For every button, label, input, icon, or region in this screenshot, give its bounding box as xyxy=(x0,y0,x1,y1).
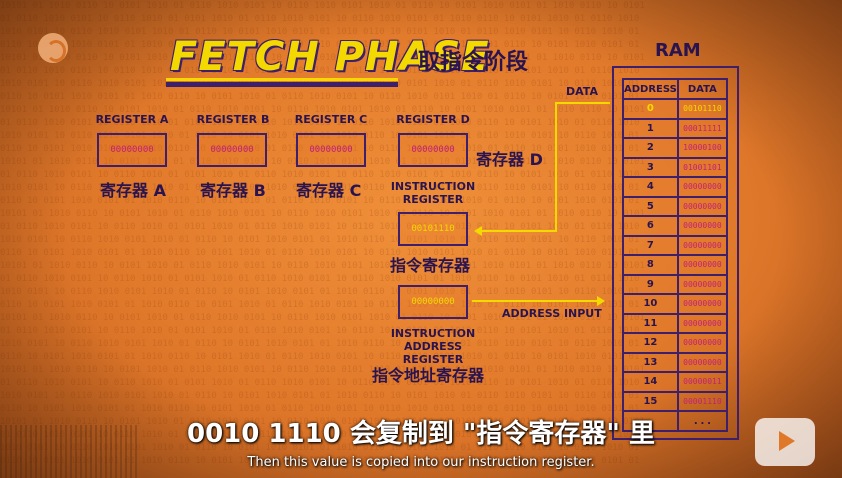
ram-data-cell: 00000000 xyxy=(676,312,729,334)
ram-data-cell: 00000000 xyxy=(676,215,729,237)
ram-row: 13 00000000 xyxy=(622,351,729,373)
ram-address-cell: 7 xyxy=(622,234,679,256)
ram-address-cell: 2 xyxy=(622,137,679,159)
ram-address-cell: 1 xyxy=(622,117,679,139)
ram-address-cell: 10 xyxy=(622,293,679,315)
data-arrowhead xyxy=(474,226,482,236)
ram-header-row: ADDRESS DATA xyxy=(622,78,729,100)
ram-data-cell: 10000100 xyxy=(676,137,729,159)
ram-row: 3 01001101 xyxy=(622,156,729,178)
address-arrowhead xyxy=(597,296,605,306)
ram-row: 10 00000000 xyxy=(622,293,729,315)
ram-row: 2 10000100 xyxy=(622,137,729,159)
ram-row: 9 00000000 xyxy=(622,273,729,295)
video-frame: 10101 01 1010 0110 10 0101 1010 01 0110 … xyxy=(0,0,842,478)
ram-data-cell: 00000000 xyxy=(676,332,729,354)
ram-data-cell: 00000011 xyxy=(676,371,729,393)
ram-row: 6 00000000 xyxy=(622,215,729,237)
data-arrow-label: DATA xyxy=(566,85,598,98)
ram-data-cell: 00000000 xyxy=(676,254,729,276)
ram-data-cell: 00000000 xyxy=(676,351,729,373)
ram-address-cell: 11 xyxy=(622,312,679,334)
ram-row: 12 00000000 xyxy=(622,332,729,354)
ram-row: 8 00000000 xyxy=(622,254,729,276)
ram-row: 7 00000000 xyxy=(622,234,729,256)
ram-data-cell: 00000000 xyxy=(676,273,729,295)
ram-header-data: DATA xyxy=(676,78,729,100)
ram-address-cell: 12 xyxy=(622,332,679,354)
ram-row: 11 00000000 xyxy=(622,312,729,334)
ram-data-cell: 01001101 xyxy=(676,156,729,178)
ram-data-cell: 00000000 xyxy=(676,195,729,217)
ram-data-cell: 00001110 xyxy=(676,390,729,412)
ram-address-cell: 13 xyxy=(622,351,679,373)
ram-address-cell: 0 xyxy=(622,98,679,120)
address-input-label: ADDRESS INPUT xyxy=(502,307,602,320)
ram-address-cell: 15 xyxy=(622,390,679,412)
ram-row: 14 00000011 xyxy=(622,371,729,393)
data-arrow xyxy=(480,102,610,232)
ram-header-address: ADDRESS xyxy=(622,78,679,100)
ram-data-cell: 00000000 xyxy=(676,293,729,315)
ram-address-cell: 6 xyxy=(622,215,679,237)
ram-data-cell: 00000000 xyxy=(676,176,729,198)
ram-address-cell: 5 xyxy=(622,195,679,217)
ram-address-cell: 4 xyxy=(622,176,679,198)
ram-data-cell: 00101110 xyxy=(676,98,729,120)
ram-row: 15 00001110 xyxy=(622,390,729,412)
tv-play-icon[interactable] xyxy=(755,418,815,466)
ram-row: 0 00101110 xyxy=(622,98,729,120)
ram-address-cell: 14 xyxy=(622,371,679,393)
ram-address-cell: 3 xyxy=(622,156,679,178)
ram-data-cell: 00000000 xyxy=(676,234,729,256)
ram-title: RAM xyxy=(655,40,701,61)
ram-data-cell: 00011111 xyxy=(676,117,729,139)
ram-address-cell: 8 xyxy=(622,254,679,276)
ram-table: ADDRESS DATA 0 00101110 1 00011111 2 10000100… xyxy=(622,78,729,432)
ram-row: 5 00000000 xyxy=(622,195,729,217)
ram-address-cell: 9 xyxy=(622,273,679,295)
ram-row: 1 00011111 xyxy=(622,117,729,139)
subtitle-en: Then this value is copied into our instr… xyxy=(247,455,595,470)
subtitle-cn: 0010 1110 会复制到 "指令寄存器" 里 xyxy=(186,419,656,449)
ram-row: 4 00000000 xyxy=(622,176,729,198)
